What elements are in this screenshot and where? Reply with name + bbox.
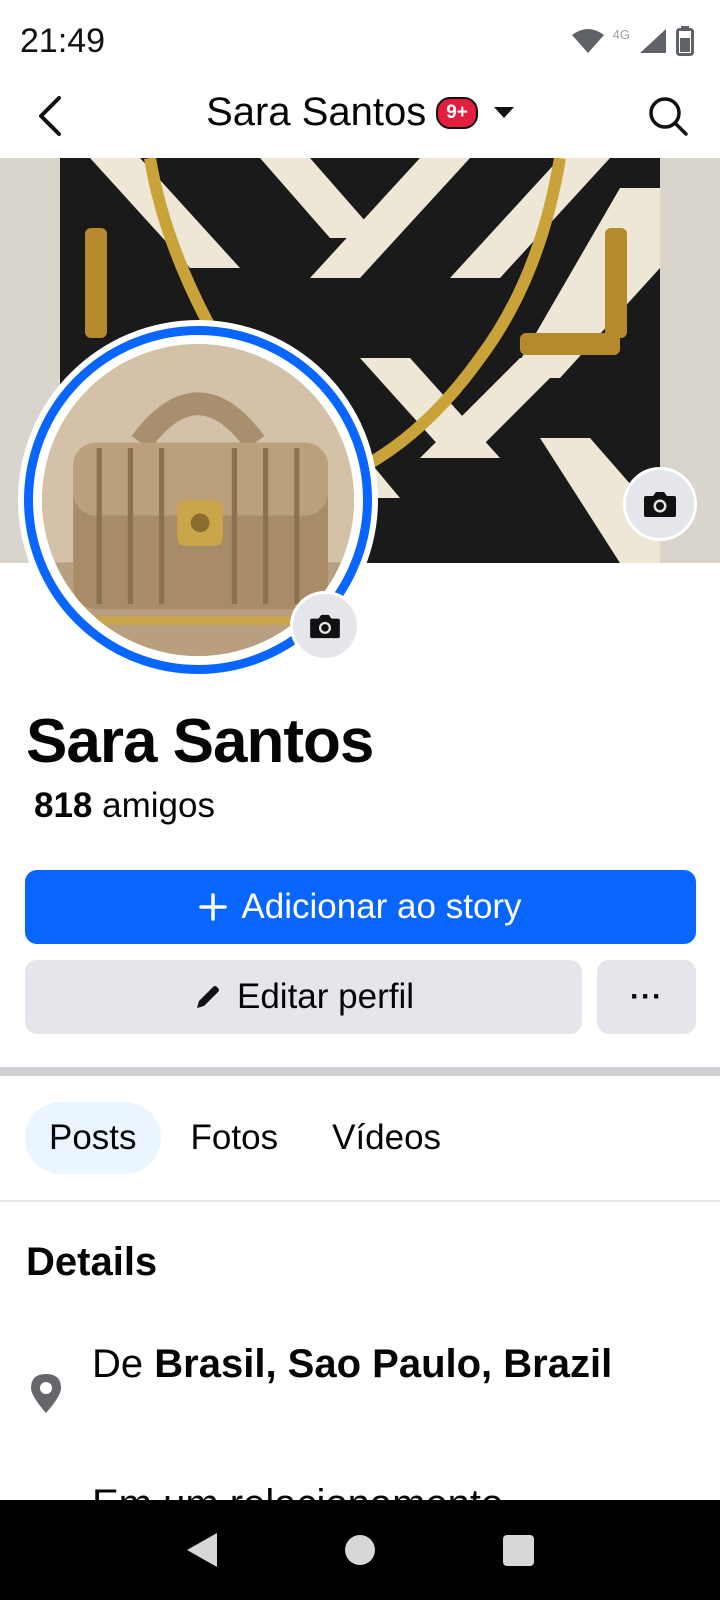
battery-icon (676, 26, 694, 56)
friends-count-line[interactable]: 818 amigos (34, 786, 215, 826)
more-options-button[interactable]: ··· (597, 960, 696, 1034)
network-type: 4G (612, 26, 630, 42)
status-icons: 4G (571, 24, 694, 58)
plus-icon (199, 893, 228, 921)
search-icon (649, 97, 688, 136)
top-nav-bar: Sara Santos 9+ (0, 80, 720, 158)
friends-count: 818 (34, 786, 93, 825)
edit-profile-button[interactable]: Editar perfil (25, 960, 582, 1034)
more-options-icon: ··· (630, 980, 663, 1013)
edit-profile-label: Editar perfil (236, 977, 415, 1016)
notification-badge: 9+ (436, 96, 478, 129)
add-to-story-label: Adicionar ao story (241, 887, 522, 926)
profile-tabs: Posts Fotos Vídeos (25, 1102, 465, 1174)
profile-name: Sara Santos (26, 707, 374, 776)
caret-down-icon (493, 107, 514, 118)
pencil-icon (196, 986, 219, 1008)
search-button[interactable] (644, 92, 692, 140)
friends-label: amigos (102, 786, 215, 825)
wifi-icon (571, 27, 605, 55)
status-time: 21:49 (20, 22, 106, 60)
tab-posts[interactable]: Posts (25, 1102, 161, 1174)
cover-camera-button[interactable] (623, 467, 697, 541)
header-title: Sara Santos (206, 90, 427, 134)
system-back-icon[interactable] (186, 1533, 217, 1567)
status-bar: 21:49 4G (0, 0, 720, 80)
cell-signal-icon (638, 27, 668, 55)
tab-videos[interactable]: Vídeos (308, 1102, 465, 1174)
avatar-camera-button[interactable] (290, 591, 360, 661)
location-text: De Brasil, Sao Paulo, Brazil (92, 1338, 612, 1414)
profile-switcher[interactable]: Sara Santos 9+ (0, 90, 720, 135)
details-heading: Details (26, 1240, 158, 1284)
tabs-divider (0, 1200, 720, 1202)
location-pin-icon (31, 1374, 61, 1413)
location-value: Brasil, Sao Paulo, Brazil (154, 1342, 613, 1386)
system-navigation-bar (0, 1500, 720, 1600)
system-home-icon[interactable] (344, 1535, 375, 1565)
location-detail: De Brasil, Sao Paulo, Brazil (26, 1338, 686, 1414)
add-to-story-button[interactable]: Adicionar ao story (25, 870, 696, 944)
tab-photos[interactable]: Fotos (167, 1102, 303, 1174)
location-prefix: De (92, 1342, 144, 1386)
section-divider (0, 1067, 720, 1076)
camera-icon (310, 614, 340, 639)
system-recents-icon[interactable] (502, 1534, 534, 1566)
camera-icon (644, 492, 676, 517)
